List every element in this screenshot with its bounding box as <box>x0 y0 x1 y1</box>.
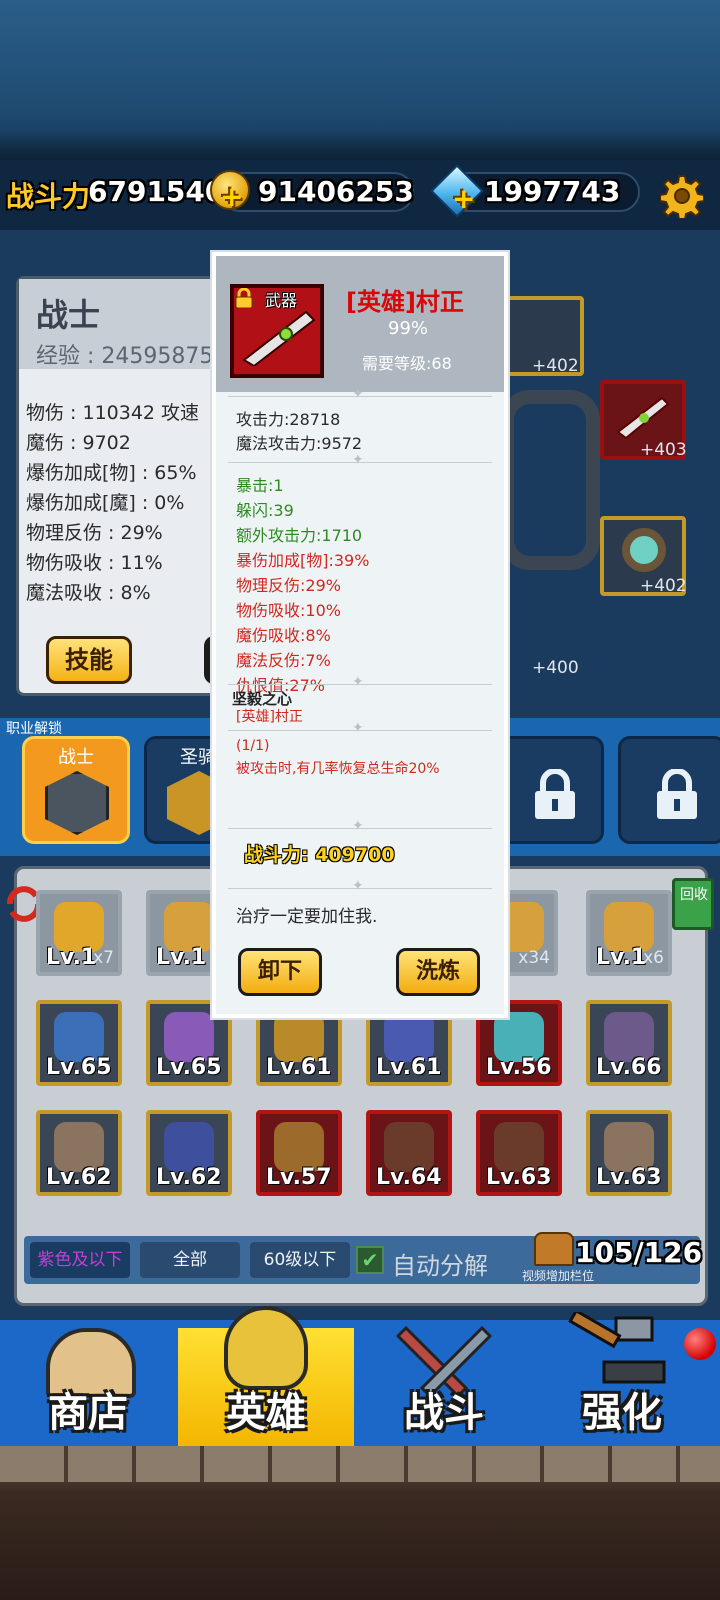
divider <box>228 818 492 834</box>
stat-physical-reflect: 物理反伤 : 29% <box>26 522 163 544</box>
filter-all-button[interactable]: 全部 <box>140 1242 240 1278</box>
class-card-warrior[interactable]: 战士 <box>22 736 130 844</box>
inventory-item[interactable]: Lv.64 <box>366 1110 452 1196</box>
gold-value: 91406253 <box>258 175 414 208</box>
lock-icon <box>657 769 697 819</box>
item-description: 治疗一定要加住我. <box>236 907 378 927</box>
stat-crit-damage: 暴伤加成[物]:39% <box>236 551 370 570</box>
divider <box>228 386 492 402</box>
skill-button[interactable]: 技能 <box>46 636 132 684</box>
divider <box>228 674 492 690</box>
divider <box>228 452 492 468</box>
hero-helmet-icon <box>224 1306 308 1390</box>
weapon-name: [英雄]村正 <box>346 288 464 316</box>
inventory-item[interactable]: Lv.62 <box>146 1110 232 1196</box>
nav-tab-hero[interactable]: 英雄 <box>178 1306 354 1446</box>
stat-magic-reflect: 魔法反伤:7% <box>236 651 331 670</box>
set-item: [英雄]村正 <box>236 709 303 725</box>
weapon-type-label: 武器 <box>265 291 298 310</box>
ground-decoration <box>0 1446 720 1600</box>
notification-dot <box>684 1328 716 1360</box>
equip-slot-helmet[interactable]: +402 <box>498 296 584 376</box>
gold-coin-icon[interactable]: + <box>210 170 250 213</box>
inventory-item[interactable]: Lv.57 <box>256 1110 342 1196</box>
stat-crit-physical: 爆伤加成[物] : 65% <box>26 462 197 484</box>
inventory-item[interactable]: Lv.1 x7 <box>36 890 122 976</box>
recycle-bin-button[interactable]: 回收 <box>672 878 714 930</box>
inventory-item[interactable]: Lv.63 <box>476 1110 562 1196</box>
stat-magic-damage: 魔伤 : 9702 <box>26 432 131 454</box>
class-unlock-label: 职业解锁 <box>6 721 62 737</box>
required-level: 需要等级:68 <box>362 354 452 373</box>
equip-slot-armor[interactable]: +400 <box>498 596 584 678</box>
lock-icon[interactable] <box>234 287 254 309</box>
bag-expand-note[interactable]: 视频增加栏位 <box>522 1267 594 1284</box>
inventory-item[interactable]: Lv.62 <box>36 1110 122 1196</box>
warrior-emblem-icon <box>45 771 109 835</box>
equip-slot-ring[interactable]: +402 <box>600 516 687 596</box>
inventory-item[interactable]: Lv.63 <box>586 1110 672 1196</box>
stat-magic-attack: 魔法攻击力:9572 <box>236 434 363 453</box>
gems-value: 1997743 <box>484 175 621 208</box>
bag-capacity-count: 105/126 <box>575 1236 703 1269</box>
stat-crit: 暴击:1 <box>236 476 284 495</box>
stat-physical-absorb: 物伤吸收:10% <box>236 601 341 620</box>
set-count: (1/1) <box>236 738 270 754</box>
divider <box>228 878 492 894</box>
filter-below-level-60-button[interactable]: 60级以下 <box>250 1242 350 1278</box>
stat-attack: 攻击力:28718 <box>236 410 341 429</box>
combat-power-value: 6791540 <box>88 175 225 208</box>
auto-disassemble-checkbox[interactable]: ✔ <box>356 1246 384 1274</box>
set-effect: 被攻击时,有几率恢复总生命20% <box>236 761 440 777</box>
filter-purple-below-button[interactable]: 紫色及以下 <box>30 1242 130 1278</box>
inventory-item[interactable]: Lv.1 x6 <box>586 890 672 976</box>
divider <box>228 720 492 736</box>
stat-dodge: 躲闪:39 <box>236 501 294 520</box>
unequip-button[interactable]: 卸下 <box>238 948 322 996</box>
gem-plus-icon[interactable]: + <box>452 182 475 215</box>
class-card-locked-1[interactable] <box>496 736 604 844</box>
equip-slot-weapon[interactable]: +403 <box>600 380 687 460</box>
stat-magic-absorb: 魔伤吸收:8% <box>236 626 331 645</box>
inventory-item[interactable]: Lv.65 <box>36 1000 122 1086</box>
combat-power-label: 战斗力 <box>6 180 91 213</box>
lock-icon <box>535 769 575 819</box>
experience-text: 经验 : 24595875/19 <box>36 344 221 369</box>
stat-physical-reflect: 物理反伤:29% <box>236 576 341 595</box>
bag-icon[interactable] <box>534 1232 574 1266</box>
auto-disassemble-label: 自动分解 <box>392 1252 488 1280</box>
item-combat-power: 战斗力: 409700 <box>244 844 395 866</box>
hero-frame-decoration <box>500 390 600 570</box>
inventory-item[interactable]: Lv.66 <box>586 1000 672 1086</box>
settings-gear-icon[interactable] <box>660 174 704 218</box>
background-sky <box>0 0 720 160</box>
nav-tab-shop[interactable]: 商店 <box>0 1328 176 1446</box>
stat-crit-magic: 爆伤加成[魔] : 0% <box>26 492 185 514</box>
stat-physical-absorb: 物伤吸收 : 11% <box>26 552 163 574</box>
nav-tab-battle[interactable]: 战斗 <box>356 1325 532 1446</box>
class-name: 战士 <box>36 296 101 334</box>
weapon-quality: 99% <box>388 318 429 339</box>
stat-magic-absorb: 魔法吸收 : 8% <box>26 582 151 604</box>
refine-button[interactable]: 洗炼 <box>396 948 480 996</box>
stat-extra-attack: 额外攻击力:1710 <box>236 526 363 545</box>
stat-physical-damage: 物伤 : 110342 攻速 <box>26 402 200 424</box>
class-card-locked-2[interactable] <box>618 736 720 844</box>
